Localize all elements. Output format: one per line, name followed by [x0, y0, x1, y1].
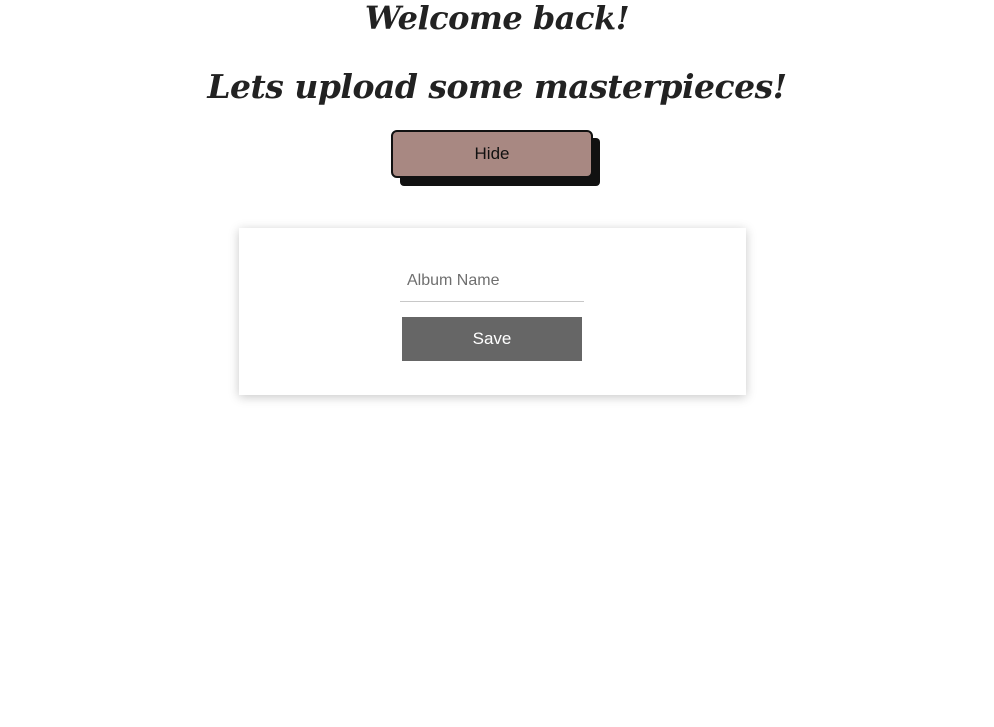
upload-subtitle: Lets upload some masterpieces! — [207, 67, 787, 106]
save-button[interactable]: Save — [402, 317, 582, 361]
album-name-input[interactable] — [400, 261, 584, 302]
hide-button-group: Hide — [391, 130, 600, 186]
welcome-heading: Welcome back! — [364, 0, 630, 37]
hide-button[interactable]: Hide — [391, 130, 593, 178]
album-form-card: Save — [239, 228, 746, 395]
